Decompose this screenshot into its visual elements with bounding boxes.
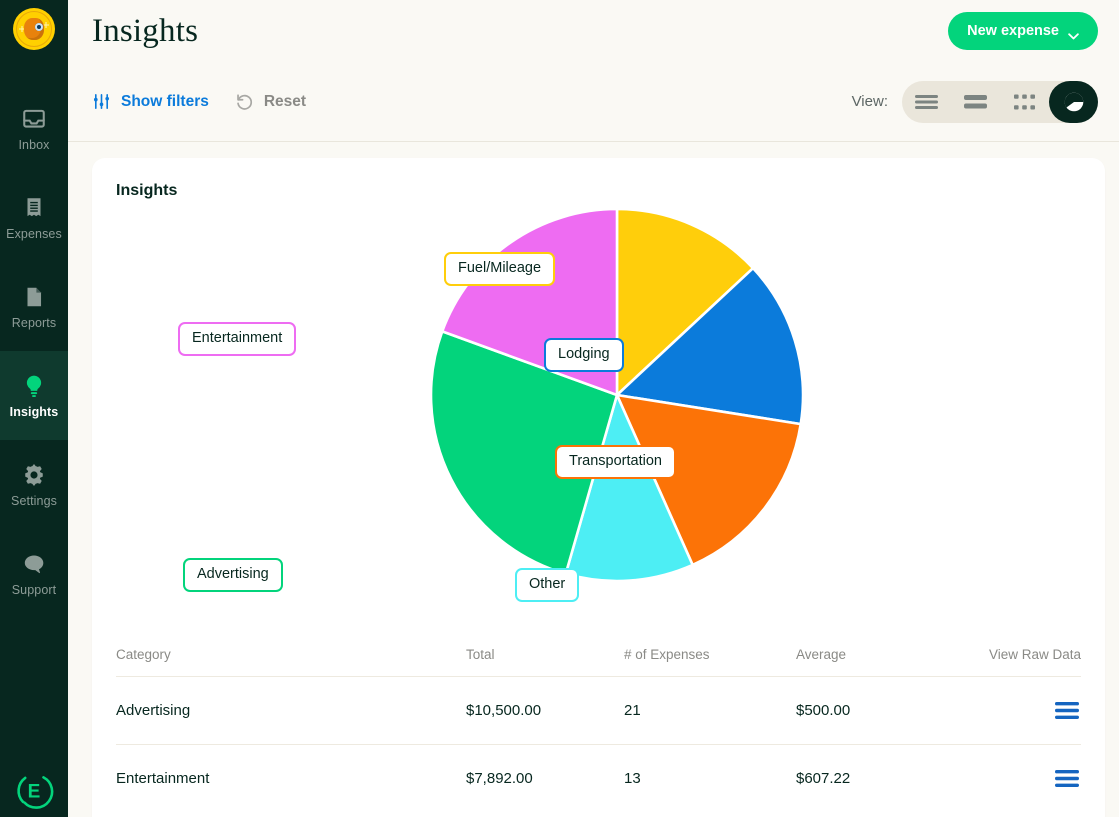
column-header-average: Average: [796, 646, 847, 662]
expensify-coin-logo[interactable]: [13, 8, 55, 50]
new-expense-label: New expense: [967, 23, 1059, 39]
cell-average: $500.00: [796, 702, 851, 719]
cell-raw-data: [978, 702, 1081, 719]
view-option-grid[interactable]: [1000, 81, 1049, 123]
pie-label-text: Entertainment: [192, 330, 283, 346]
pie-label-transportation[interactable]: Transportation: [555, 445, 676, 480]
sidebar-item-label: Settings: [11, 493, 57, 508]
chevron-down-icon: [1068, 28, 1079, 39]
hamburger-lines-icon[interactable]: [1055, 770, 1079, 787]
reset-label: Reset: [263, 92, 307, 110]
cell-total: $10,500.00: [466, 702, 542, 719]
main-area: Insights New expense Show filters Reset …: [68, 0, 1119, 817]
card-title: Insights: [116, 182, 178, 199]
cell-category: Entertainment: [116, 770, 210, 787]
content-scroll[interactable]: Insights Fuel/Mileage Lodging Transporta…: [68, 142, 1119, 817]
pie-label-lodging[interactable]: Lodging: [544, 338, 624, 373]
sidebar-item-inbox[interactable]: Inbox: [0, 84, 68, 173]
new-expense-button[interactable]: New expense: [948, 12, 1098, 50]
sidebar-item-label: Support: [11, 582, 57, 597]
pie-label-other[interactable]: Other: [515, 568, 580, 603]
app-root: Inbox Expenses Reports Insights Settings…: [0, 0, 1119, 817]
pie-chart-icon: [1064, 92, 1083, 111]
chat-icon: [21, 551, 47, 577]
sidebar-item-settings[interactable]: Settings: [0, 440, 68, 529]
pie-label-text: Other: [529, 576, 566, 592]
reset-button[interactable]: Reset: [235, 92, 306, 111]
insights-card: Insights Fuel/Mileage Lodging Transporta…: [92, 158, 1105, 817]
page-title: Insights: [92, 12, 199, 49]
table-header-row: Category Total # of Expenses Average Vie…: [116, 632, 1081, 676]
sidebar-footer: E: [0, 769, 68, 811]
pie-label-text: Lodging: [558, 346, 610, 362]
lightbulb-icon: [21, 373, 47, 399]
filter-bar: Show filters Reset View:: [68, 62, 1119, 142]
cell-category: Advertising: [116, 702, 191, 719]
sidebar-item-label: Expenses: [6, 226, 62, 241]
pie-label-entertainment[interactable]: Entertainment: [178, 322, 297, 357]
grid-icon: [1014, 94, 1035, 109]
document-icon: [21, 284, 47, 310]
cell-total: $7,892.00: [466, 770, 533, 787]
pie-chart-area: Fuel/Mileage Lodging Transportation Othe…: [116, 204, 1081, 624]
sidebar-item-insights[interactable]: Insights: [0, 351, 68, 440]
sidebar-item-label: Reports: [11, 315, 57, 330]
column-header-raw-data: View Raw Data: [988, 646, 1081, 662]
pie-label-text: Transportation: [569, 453, 662, 469]
compact-rows-icon: [964, 94, 987, 108]
cell-count: 13: [624, 770, 641, 787]
coin-face: [24, 18, 44, 40]
column-header-total: Total: [466, 646, 495, 662]
sidebar-nav: Inbox Expenses Reports Insights Settings…: [0, 84, 68, 618]
filter-sliders-icon: [92, 92, 111, 111]
undo-icon: [235, 92, 254, 111]
view-option-list[interactable]: [902, 81, 951, 123]
pie-label-text: Fuel/Mileage: [458, 260, 542, 276]
show-filters-button[interactable]: Show filters: [92, 92, 209, 111]
hamburger-lines-icon[interactable]: [1055, 702, 1079, 719]
view-option-chart[interactable]: [1049, 80, 1098, 123]
sidebar-item-label: Inbox: [18, 137, 50, 152]
table-row[interactable]: Entertainment $7,892.00 13 $607.22: [116, 744, 1081, 812]
cell-raw-data: [978, 770, 1081, 787]
filter-actions: Show filters Reset: [92, 92, 306, 111]
pie-label-text: Advertising: [197, 566, 269, 582]
sidebar-item-support[interactable]: Support: [0, 529, 68, 618]
gear-icon: [21, 462, 47, 488]
expensify-e-logo[interactable]: E: [13, 769, 55, 811]
inbox-icon: [21, 106, 47, 132]
view-switcher: View:: [851, 80, 1098, 123]
sidebar-item-label: Insights: [9, 404, 59, 419]
view-toggle-group: [902, 80, 1098, 123]
column-header-count: # of Expenses: [624, 646, 710, 662]
sidebar: Inbox Expenses Reports Insights Settings…: [0, 0, 68, 817]
view-option-compact[interactable]: [951, 81, 1000, 123]
list-icon: [915, 94, 938, 109]
pie-label-advertising[interactable]: Advertising: [183, 558, 283, 593]
receipt-icon: [21, 195, 47, 221]
cell-count: 21: [624, 702, 641, 719]
svg-text:E: E: [28, 782, 41, 803]
show-filters-label: Show filters: [121, 92, 209, 110]
sidebar-item-expenses[interactable]: Expenses: [0, 173, 68, 262]
table-row[interactable]: Advertising $10,500.00 21 $500.00: [116, 676, 1081, 744]
sidebar-item-reports[interactable]: Reports: [0, 262, 68, 351]
insights-table: Category Total # of Expenses Average Vie…: [116, 632, 1081, 812]
pie-label-fuel-mileage[interactable]: Fuel/Mileage: [444, 252, 556, 287]
topbar: Insights New expense: [68, 0, 1119, 62]
cell-average: $607.22: [796, 770, 851, 787]
column-header-category: Category: [116, 646, 171, 662]
view-label: View:: [851, 93, 888, 110]
